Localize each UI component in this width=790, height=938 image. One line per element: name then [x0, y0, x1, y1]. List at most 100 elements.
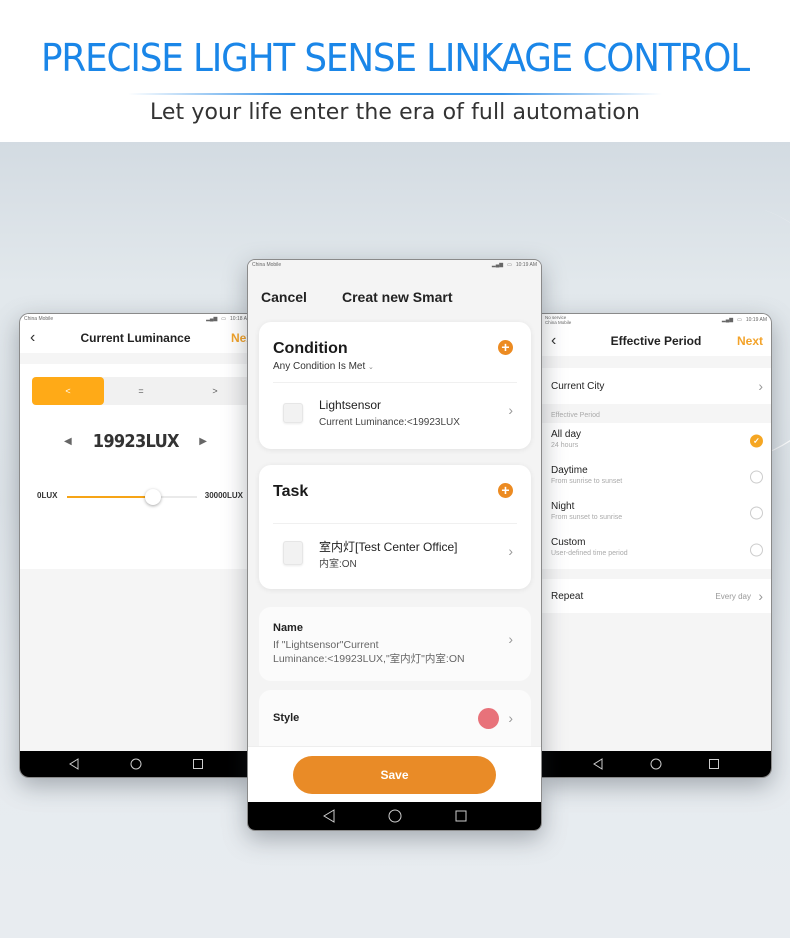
name-row[interactable]: Name If "Lightsensor"Current Luminance:<… [259, 607, 531, 681]
option-title: All day [551, 429, 582, 440]
radio-unchecked-icon[interactable] [750, 470, 763, 484]
page-title: Creat new Smart [342, 289, 453, 305]
chevron-right-icon: › [758, 588, 763, 604]
cancel-button[interactable]: Cancel [261, 289, 307, 305]
clock-label: 10:18 A [230, 315, 247, 322]
condition-mode-dropdown[interactable]: Any Condition Is Met ⌄ [273, 361, 374, 372]
option-night[interactable]: Night From sunset to sunrise [541, 495, 771, 531]
repeat-value: Every day [715, 591, 751, 601]
add-condition-icon[interactable]: + [498, 340, 513, 355]
decrease-arrow-icon[interactable]: ◀ [64, 436, 72, 447]
carrier-label: China Mobile [24, 315, 54, 322]
signal-icon: ▂▄▆ [206, 315, 218, 322]
segment-greater-than[interactable]: > [178, 377, 251, 405]
hero-divider [128, 93, 662, 95]
option-subtitle: 24 hours [551, 442, 579, 449]
header: ‹ Current Luminance Next [20, 323, 251, 353]
phone-effective-period: No service China Mobile ▂▄▆ ▭ 10:19 AM ‹ E… [541, 313, 772, 778]
luminance-panel: < = > ◀ 19923LUX ▶ 0LUX 30000LUX [20, 364, 251, 569]
next-button[interactable]: Next [737, 334, 763, 348]
option-all-day[interactable]: All day 24 hours ✓ [541, 423, 771, 459]
signal-icon: ▂▄▆ [721, 316, 734, 323]
nav-back-icon[interactable] [68, 758, 80, 770]
nav-home-icon[interactable] [130, 758, 142, 770]
clock-label: 10:19 AM [745, 316, 767, 323]
luminance-slider: 0LUX 30000LUX [20, 489, 251, 505]
status-bar: No service China Mobile ▂▄▆ ▭ 10:19 AM [541, 314, 771, 326]
nav-home-icon[interactable] [650, 758, 662, 770]
segment-less-than[interactable]: < [32, 377, 104, 405]
luminance-value: 19923LUX [92, 431, 179, 452]
repeat-label: Repeat [551, 590, 584, 602]
nav-recents-icon[interactable] [192, 758, 204, 770]
slider-min-label: 0LUX [37, 491, 58, 500]
nav-recents-icon[interactable] [454, 809, 468, 823]
option-subtitle: From sunset to sunrise [551, 514, 623, 521]
radio-checked-icon[interactable]: ✓ [750, 434, 763, 448]
task-device-name: 室内灯[Test Center Office] [319, 540, 458, 554]
signal-icon: ▂▄▆ [491, 261, 504, 268]
lightsensor-device-icon [283, 403, 303, 423]
repeat-row[interactable]: Repeat Every day › [541, 579, 771, 613]
hero-subtitle: Let your life enter the era of full auto… [149, 100, 641, 125]
chevron-right-icon: › [758, 378, 763, 394]
save-button[interactable]: Save [293, 756, 496, 794]
radio-unchecked-icon[interactable] [750, 543, 763, 557]
value-stepper: ◀ 19923LUX ▶ [20, 431, 251, 452]
slider-fill [67, 496, 154, 498]
chevron-right-icon: › [508, 402, 513, 418]
style-label: Style [273, 712, 300, 724]
chevron-right-icon: › [508, 710, 513, 726]
hero-title: PRECISE LIGHT SENSE LINKAGE CONTROL [40, 36, 750, 80]
battery-icon: ▭ [507, 261, 512, 268]
carrier-label: China Mobile [252, 261, 282, 268]
chevron-down-icon: ⌄ [368, 364, 374, 371]
nav-back-icon[interactable] [322, 809, 336, 823]
option-title: Daytime [551, 465, 588, 476]
slider-thumb[interactable] [145, 489, 162, 505]
page-title: Effective Period [610, 334, 702, 348]
radio-unchecked-icon[interactable] [750, 506, 763, 520]
condition-heading: Condition [273, 340, 348, 357]
period-options: All day 24 hours ✓ Daytime From sunrise … [541, 423, 771, 569]
status-bar: China Mobile ▂▄▆ ▭ 10:18 A [20, 314, 251, 323]
name-label: Name [273, 622, 303, 634]
android-nav-bar [541, 751, 771, 777]
device-name: Lightsensor [319, 398, 382, 412]
add-task-icon[interactable]: + [498, 483, 513, 498]
device-detail: Current Luminance:<19923LUX [319, 417, 460, 428]
increase-arrow-icon[interactable]: ▶ [199, 436, 207, 447]
name-value: If "Lightsensor"Current Luminance:<19923… [273, 638, 465, 666]
status-bar: China Mobile ▂▄▆ ▭ 10:19 AM [248, 260, 541, 269]
nav-back-icon[interactable] [592, 758, 604, 770]
nav-recents-icon[interactable] [708, 758, 720, 770]
option-custom[interactable]: Custom User-defined time period [541, 531, 771, 569]
name-value-line-1: If "Lightsensor"Current [273, 639, 379, 651]
phone-current-luminance: China Mobile ▂▄▆ ▭ 10:18 A ‹ Current Lumin… [19, 313, 251, 778]
option-daytime[interactable]: Daytime From sunrise to sunset [541, 459, 771, 495]
android-nav-bar [20, 751, 251, 777]
chevron-right-icon: › [508, 631, 513, 647]
hero-banner: PRECISE LIGHT SENSE LINKAGE CONTROL Let … [0, 0, 790, 142]
task-card: Task + 室内灯[Test Center Office] 内室:ON › [259, 465, 531, 589]
light-switch-device-icon [283, 541, 303, 565]
condition-item-lightsensor[interactable]: Lightsensor Current Luminance:<19923LUX … [259, 382, 531, 448]
option-title: Night [551, 501, 575, 512]
clock-label: 10:19 AM [515, 261, 537, 268]
current-city-row[interactable]: Current City › [541, 368, 771, 404]
battery-icon: ▭ [737, 316, 742, 323]
style-color-swatch[interactable] [478, 708, 499, 729]
name-value-line-2: Luminance:<19923LUX,"室内灯"内室:ON [273, 653, 465, 665]
back-icon[interactable]: ‹ [30, 329, 35, 347]
current-city-label: Current City [551, 380, 605, 392]
task-device-detail: 内室:ON [319, 559, 357, 570]
style-row[interactable]: Style › [259, 690, 531, 750]
task-item-light[interactable]: 室内灯[Test Center Office] 内室:ON › [259, 523, 531, 589]
android-nav-bar [248, 802, 541, 830]
option-title: Custom [551, 537, 586, 548]
nav-home-icon[interactable] [388, 809, 402, 823]
segment-equal[interactable]: = [104, 377, 178, 405]
slider-track[interactable] [67, 489, 197, 505]
task-heading: Task [273, 483, 309, 500]
back-icon[interactable]: ‹ [551, 332, 556, 350]
